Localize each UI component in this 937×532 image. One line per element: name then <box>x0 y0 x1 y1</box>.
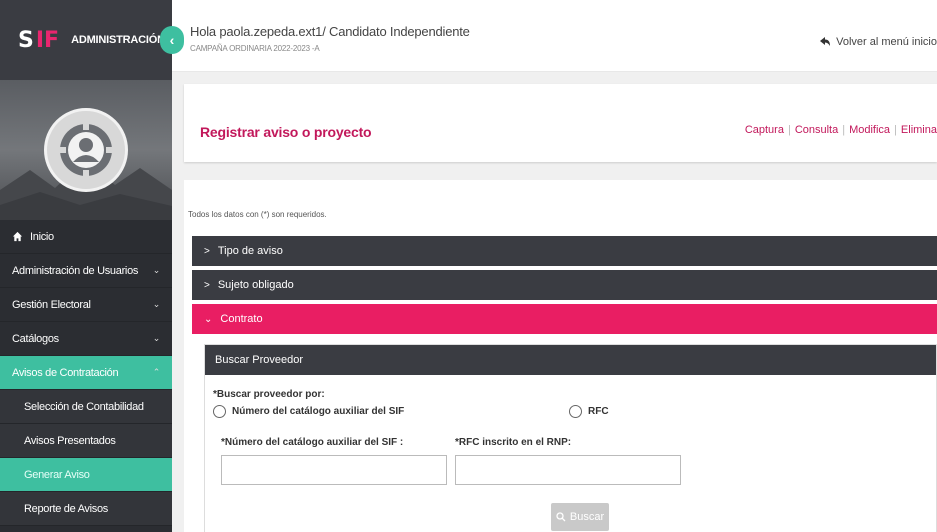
search-by-label: *Buscar proveedor por: <box>213 389 325 400</box>
required-note: Todos los datos con (*) son requeridos. <box>188 210 327 219</box>
sidebar-item-administracion-usuarios[interactable]: Administración de Usuarios ⌄ <box>0 254 172 288</box>
chevron-down-icon: ⌄ <box>152 299 161 309</box>
sidebar-item-label: Gestión Electoral <box>12 298 91 311</box>
user-gear-icon <box>56 120 116 180</box>
logo-if: IF <box>35 27 60 53</box>
sidebar-subitem-label: Selección de Contabilidad <box>24 400 144 413</box>
sidebar-menu: Inicio Administración de Usuarios ⌄ Gest… <box>0 220 172 526</box>
sidebar-subitem-avisos-presentados[interactable]: Avisos Presentados <box>0 424 172 458</box>
separator: | <box>787 124 791 136</box>
sidebar-item-label: Catálogos <box>12 332 59 345</box>
action-links: Captura | Consulta | Modifica | Elimina <box>745 124 937 136</box>
top-header: Hola paola.zepeda.ext1/ Candidato Indepe… <box>172 0 937 72</box>
chevron-right-icon: > <box>204 279 210 291</box>
sidebar-item-inicio[interactable]: Inicio <box>0 220 172 254</box>
form-card: Todos los datos con (*) son requeridos. … <box>184 180 937 532</box>
search-button-label: Buscar <box>569 511 605 523</box>
sidebar-subitem-label: Generar Aviso <box>24 468 90 481</box>
panel-label: Sujeto obligado <box>217 279 294 291</box>
search-provider-button[interactable]: Buscar <box>551 503 609 531</box>
action-captura-link[interactable]: Captura <box>745 124 784 136</box>
panel-sujeto-obligado[interactable]: > Sujeto obligado <box>192 270 937 300</box>
sidebar-item-avisos-contratacion[interactable]: Avisos de Contratación ⌃ <box>0 356 172 390</box>
page-title: Registrar aviso o proyecto <box>200 124 372 140</box>
sidebar-subitem-label: Avisos Presentados <box>24 434 116 447</box>
action-elimina-link[interactable]: Elimina <box>901 124 937 136</box>
radio-rfc-option[interactable]: RFC <box>569 405 609 418</box>
sidebar-item-gestion-electoral[interactable]: Gestión Electoral ⌄ <box>0 288 172 322</box>
sidebar-item-label: Inicio <box>30 230 54 243</box>
user-avatar[interactable] <box>44 108 128 192</box>
logo-s: S <box>18 27 34 53</box>
collapse-sidebar-button[interactable]: ‹ <box>160 26 184 54</box>
sidebar-submenu: Selección de Contabilidad Avisos Present… <box>0 390 172 526</box>
search-icon <box>556 512 566 522</box>
chevron-left-icon: ‹ <box>169 32 175 48</box>
separator: | <box>842 124 846 136</box>
chevron-down-icon: ⌄ <box>152 333 161 343</box>
radio-label: Número del catálogo auxiliar del SIF <box>232 406 405 417</box>
profile-banner <box>0 80 172 220</box>
radio-button[interactable] <box>569 405 582 418</box>
rfc-field-label: *RFC inscrito en el RNP: <box>455 437 572 448</box>
separator: | <box>894 124 897 136</box>
chevron-right-icon: > <box>204 245 210 257</box>
radio-label: RFC <box>588 406 609 417</box>
chevron-down-icon: ⌄ <box>204 313 213 325</box>
home-icon <box>12 231 23 242</box>
chevron-down-icon: ⌄ <box>152 265 161 275</box>
sidebar-item-label: Avisos de Contratación <box>12 366 119 379</box>
sidebar-subitem-reporte-avisos[interactable]: Reporte de Avisos <box>0 492 172 526</box>
back-to-menu-link[interactable]: Volver al menú inicio <box>819 36 937 48</box>
brand-title: ADMINISTRACIÓN <box>71 34 165 46</box>
sidebar-item-catalogos[interactable]: Catálogos ⌄ <box>0 322 172 356</box>
main-content: Registrar aviso o proyecto Captura | Consu… <box>172 72 937 532</box>
rfc-input[interactable] <box>455 455 681 485</box>
chevron-up-icon: ⌃ <box>152 367 161 377</box>
campaign-label: CAMPAÑA ORDINARIA 2022-2023 -A <box>190 44 320 53</box>
panel-tipo-aviso[interactable]: > Tipo de aviso <box>192 236 937 266</box>
sidebar-subitem-label: Reporte de Avisos <box>24 502 108 515</box>
panel-label: Tipo de aviso <box>217 245 283 257</box>
back-link-label: Volver al menú inicio <box>836 36 937 48</box>
sidebar-item-label: Administración de Usuarios <box>12 264 139 277</box>
radio-catalog-option[interactable]: Número del catálogo auxiliar del SIF <box>213 405 404 418</box>
catalog-number-input[interactable] <box>221 455 447 485</box>
sidebar: S IF ADMINISTRACIÓN ‹ Inicio Administrac… <box>0 0 184 532</box>
radio-button[interactable] <box>213 405 226 418</box>
catalog-field-label: *Número del catálogo auxiliar del SIF : <box>221 437 404 448</box>
brand-header: S IF ADMINISTRACIÓN ‹ <box>0 0 184 80</box>
user-greeting: Hola paola.zepeda.ext1/ Candidato Indepe… <box>190 24 470 39</box>
panel-contrato[interactable]: ⌄ Contrato <box>192 304 937 334</box>
action-modifica-link[interactable]: Modifica <box>849 124 890 136</box>
action-consulta-link[interactable]: Consulta <box>795 124 838 136</box>
back-arrow-icon <box>820 37 831 46</box>
sidebar-subitem-seleccion-contabilidad[interactable]: Selección de Contabilidad <box>0 390 172 424</box>
sidebar-subitem-generar-aviso[interactable]: Generar Aviso <box>0 458 172 492</box>
provider-search-panel: Buscar Proveedor *Buscar proveedor por: … <box>204 344 937 532</box>
sif-logo: S IF <box>18 28 59 53</box>
title-card: Registrar aviso o proyecto Captura | Consu… <box>184 84 937 162</box>
panel-label: Contrato <box>220 313 263 325</box>
provider-search-header: Buscar Proveedor <box>205 345 936 375</box>
